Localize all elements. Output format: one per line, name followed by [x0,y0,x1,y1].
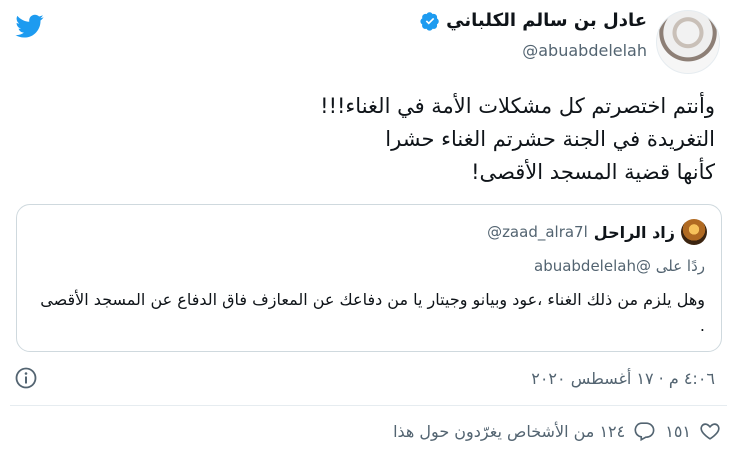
tweet-line: التغريدة في الجنة حشرتم الغناء حشرا [385,127,715,151]
quoted-author-row: زاد الراحل @zaad_alra7l [487,219,707,245]
quoted-text: وهل يلزم من ذلك الغناء ،عود وبيانو وجيتا… [40,290,705,335]
like-action[interactable]: ١٥١ [665,420,721,442]
quoted-reply-to: ردًا على @abuabdelelah [534,257,705,275]
author-avatar[interactable] [656,10,720,74]
author-handle[interactable]: @abuabdelelah [420,41,647,60]
tweet-line: كأنها قضية المسجد الأقصى! [471,160,715,184]
reply-bubble-icon[interactable] [633,420,655,442]
tweet-line: وأنتم اختصرتم كل مشكلات الأمة في الغناء!… [320,94,715,118]
author-block: عادل بن سالم الكلباني @abuabdelelah [420,10,647,60]
reply-label[interactable]: ١٢٤ من الأشخاص يغرّدون حول هذا [393,422,625,441]
tweet-text: وأنتم اختصرتم كل مشكلات الأمة في الغناء!… [35,90,715,189]
quoted-avatar [681,219,707,245]
author-name[interactable]: عادل بن سالم الكلباني [446,10,647,31]
reply-action[interactable]: ١٢٤ من الأشخاص يغرّدون حول هذا [393,420,655,442]
quoted-tweet-card[interactable]: زاد الراحل @zaad_alra7l ردًا على @abuabd… [16,204,722,352]
quoted-author-handle: @zaad_alra7l [487,223,588,241]
heart-icon[interactable] [699,420,721,442]
verified-badge-icon [420,11,439,31]
divider [10,405,727,406]
info-icon[interactable] [14,366,38,390]
like-count: ١٥١ [665,421,691,441]
twitter-bird-icon[interactable] [14,12,46,40]
quoted-author-name: زاد الراحل [593,222,675,242]
tweet-actions: ١٥١ ١٢٤ من الأشخاص يغرّدون حول هذا [393,420,721,442]
tweet-timestamp[interactable]: ٤:٠٦ م · ١٧ أغسطس ٢٠٢٠ [531,369,715,388]
author-name-row[interactable]: عادل بن سالم الكلباني [420,10,647,31]
